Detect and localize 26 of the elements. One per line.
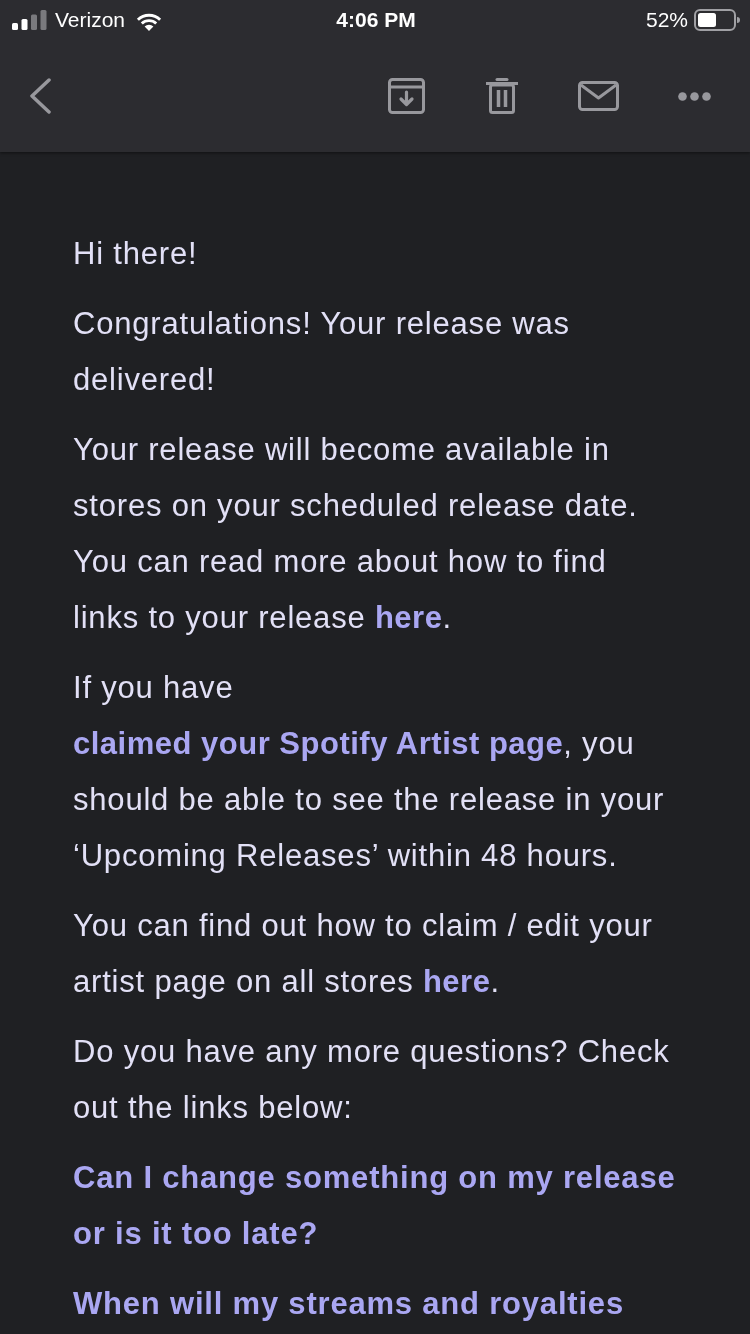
archive-button[interactable] [387, 78, 425, 114]
message-paragraph: Congratulations! Your release was delivered! [73, 305, 571, 399]
inline-link[interactable]: claimed your Spotify Artist page [73, 726, 564, 761]
status-time: 4:06 PM [336, 8, 416, 32]
carrier-name: Verizon [55, 8, 126, 32]
envelope-icon [577, 81, 619, 111]
battery-percent: 52% [645, 8, 688, 32]
trash-icon [486, 78, 518, 114]
more-icon [677, 91, 711, 101]
signal-icon [12, 10, 47, 30]
message-paragraph: You can find out how to claim / edit your artist page on all stores here. [73, 907, 654, 1001]
message-paragraph: Do you have any more questions? Check out the links below: [73, 1033, 671, 1127]
help-link[interactable]: Can I change something on my release or is it too late? [73, 1150, 678, 1262]
battery-icon [694, 9, 740, 31]
inline-link[interactable]: here [374, 600, 443, 635]
back-chevron-icon [28, 78, 52, 114]
delete-button[interactable] [486, 78, 518, 114]
message-paragraph: Your release will become available in stores on your scheduled release date. You can read more about how to find links to your release here. [73, 431, 639, 637]
archive-icon [387, 78, 425, 114]
mail-button[interactable] [577, 81, 619, 111]
message-paragraph: Hi there! [73, 235, 199, 273]
more-button[interactable] [677, 91, 711, 101]
help-link[interactable]: When will my streams and royalties [73, 1276, 678, 1332]
back-button[interactable] [28, 78, 52, 114]
message-paragraph: If you have claimed your Spotify Artist page, you should be able to see the release in your ‘Upcoming Releases’ within 48 hours. [73, 669, 666, 875]
inline-link[interactable]: here [422, 964, 491, 999]
